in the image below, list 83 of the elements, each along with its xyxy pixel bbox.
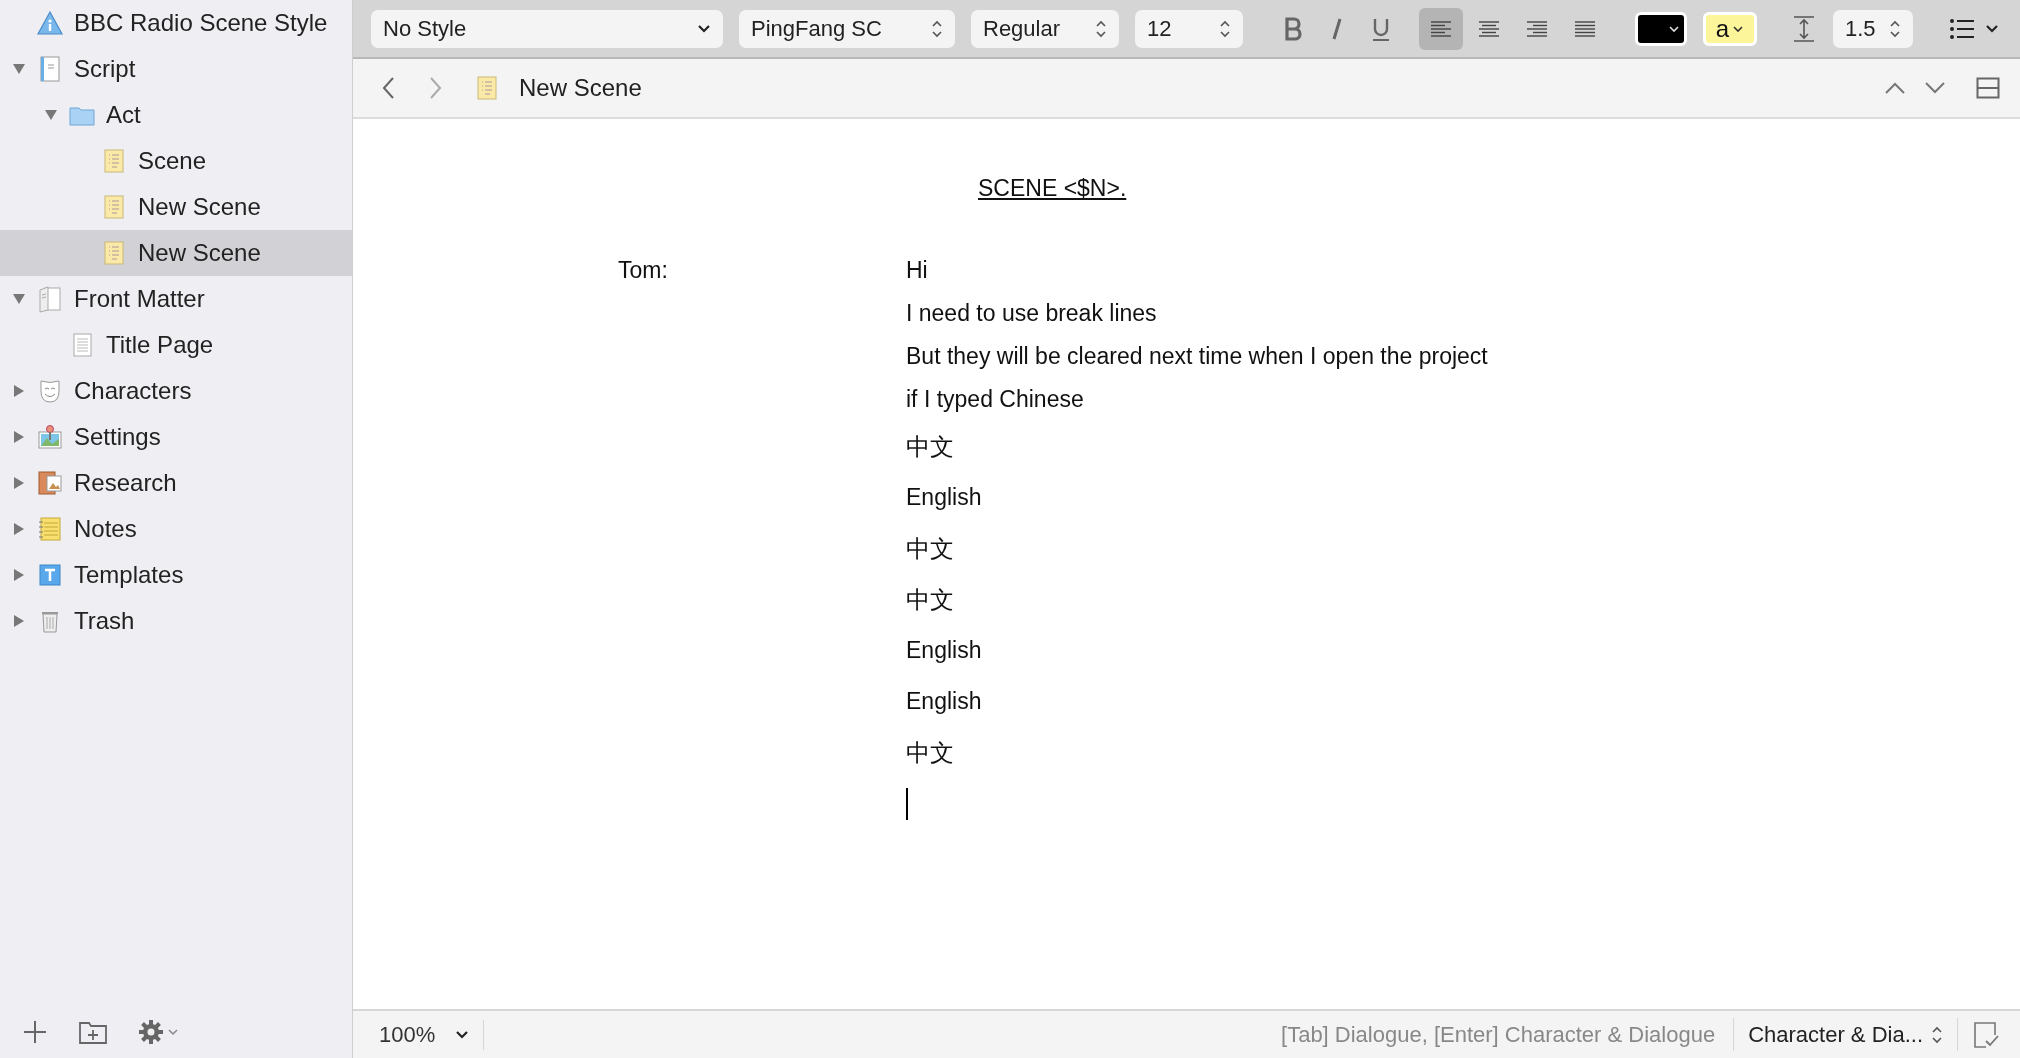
align-left-button[interactable] — [1419, 7, 1463, 50]
chevron-down-icon — [1668, 24, 1680, 33]
collapsed-arrow-icon[interactable] — [12, 384, 26, 398]
binder-label: Notes — [74, 514, 137, 544]
bold-icon — [1282, 15, 1304, 42]
checked-document-icon[interactable] — [1972, 1020, 2000, 1049]
binder-label: Front Matter — [74, 284, 205, 314]
character-name: Tom: — [618, 256, 668, 286]
map-pin-icon — [36, 423, 64, 451]
stepper-icon — [1889, 18, 1901, 39]
dialogue-line: English — [906, 636, 982, 666]
gear-icon — [138, 1019, 164, 1045]
highlight-color-well[interactable]: a — [1703, 11, 1757, 46]
align-right-icon — [1525, 18, 1549, 39]
stepper-icon — [1931, 1024, 1943, 1045]
binder-label: New Scene — [138, 238, 261, 268]
font-size-field[interactable]: 12 — [1135, 9, 1243, 48]
align-justify-icon — [1573, 18, 1597, 39]
collapsed-arrow-icon[interactable] — [12, 614, 26, 628]
expanded-arrow-icon[interactable] — [12, 62, 26, 76]
collapsed-arrow-icon[interactable] — [12, 430, 26, 444]
element-style-dropdown[interactable]: Character & Dia... — [1734, 1018, 1958, 1051]
chevron-down-icon — [1732, 24, 1745, 33]
dialogue-line: if I typed Chinese — [906, 385, 1084, 415]
add-icon[interactable] — [22, 1019, 48, 1045]
expanded-arrow-icon[interactable] — [12, 292, 26, 306]
dialogue-line: 中文 — [906, 533, 954, 564]
document-title: New Scene — [519, 73, 642, 103]
list-style-button[interactable] — [1949, 17, 1999, 40]
dialogue-line: English — [906, 687, 982, 717]
notepad-icon — [36, 515, 64, 543]
expanded-arrow-icon[interactable] — [44, 108, 58, 122]
dialogue-line: English — [906, 483, 982, 513]
binder-label: Scene — [138, 146, 207, 176]
dialogue-line: 中文 — [906, 737, 954, 768]
stepper-icon — [931, 18, 943, 39]
font-weight-dropdown[interactable]: Regular — [971, 9, 1119, 48]
stepper-icon — [1095, 18, 1107, 39]
dialogue-line: 中文 — [906, 431, 954, 462]
text-cursor — [906, 787, 908, 820]
split-view-icon[interactable] — [1976, 77, 2000, 99]
chevron-up-icon[interactable] — [1884, 81, 1906, 95]
binder-label: Act — [106, 100, 141, 130]
binder-label: BBC Radio Scene Style — [74, 8, 328, 38]
info-triangle-icon — [36, 9, 64, 37]
binder-item[interactable]: New Scene — [0, 230, 352, 276]
align-left-icon — [1429, 18, 1453, 39]
zoom-dropdown[interactable]: 100% — [379, 1019, 485, 1050]
template-icon — [36, 561, 64, 589]
dialogue-line: I need to use break lines — [906, 299, 1157, 329]
chevron-down-icon — [697, 23, 711, 34]
binder-label: Templates — [74, 560, 184, 590]
scene-heading: SCENE <$N>. — [978, 175, 1127, 201]
chevron-down-icon[interactable] — [1924, 81, 1946, 95]
binder-label: Title Page — [106, 330, 214, 360]
pages-icon — [36, 285, 64, 313]
line-spacing-icon — [1791, 13, 1817, 44]
new-folder-icon[interactable] — [78, 1019, 108, 1045]
style-dropdown[interactable]: No Style — [371, 9, 723, 48]
collapsed-arrow-icon[interactable] — [12, 522, 26, 536]
align-center-icon — [1477, 18, 1501, 39]
chevron-down-icon — [455, 1029, 470, 1040]
collapsed-arrow-icon[interactable] — [12, 568, 26, 582]
binder-label: Trash — [74, 606, 135, 636]
binder-label: Settings — [74, 422, 161, 452]
line-spacing-field[interactable]: 1.5 — [1833, 9, 1913, 48]
shortcut-hint: [Tab] Dialogue, [Enter] Character & Dialogue — [1281, 1018, 1735, 1051]
dialogue-line: 中文 — [906, 584, 954, 615]
binder-label: New Scene — [138, 192, 261, 222]
book-icon — [36, 469, 64, 497]
text-color-well[interactable] — [1635, 11, 1687, 46]
settings-menu-button[interactable] — [138, 1019, 178, 1045]
chevron-down-icon — [1985, 23, 1999, 34]
bulleted-list-icon — [1949, 17, 1975, 40]
binder-label: Characters — [74, 376, 192, 406]
dialogue-line: But they will be cleared next time when I open the project — [906, 342, 1488, 372]
dialogue-line: Hi — [906, 256, 928, 286]
chevron-down-icon — [168, 1028, 178, 1036]
collapsed-arrow-icon[interactable] — [12, 476, 26, 490]
binder-label: Script — [74, 54, 136, 84]
binder-label: Research — [74, 468, 177, 498]
stepper-icon — [1219, 18, 1231, 39]
font-family-dropdown[interactable]: PingFang SC — [739, 9, 955, 48]
